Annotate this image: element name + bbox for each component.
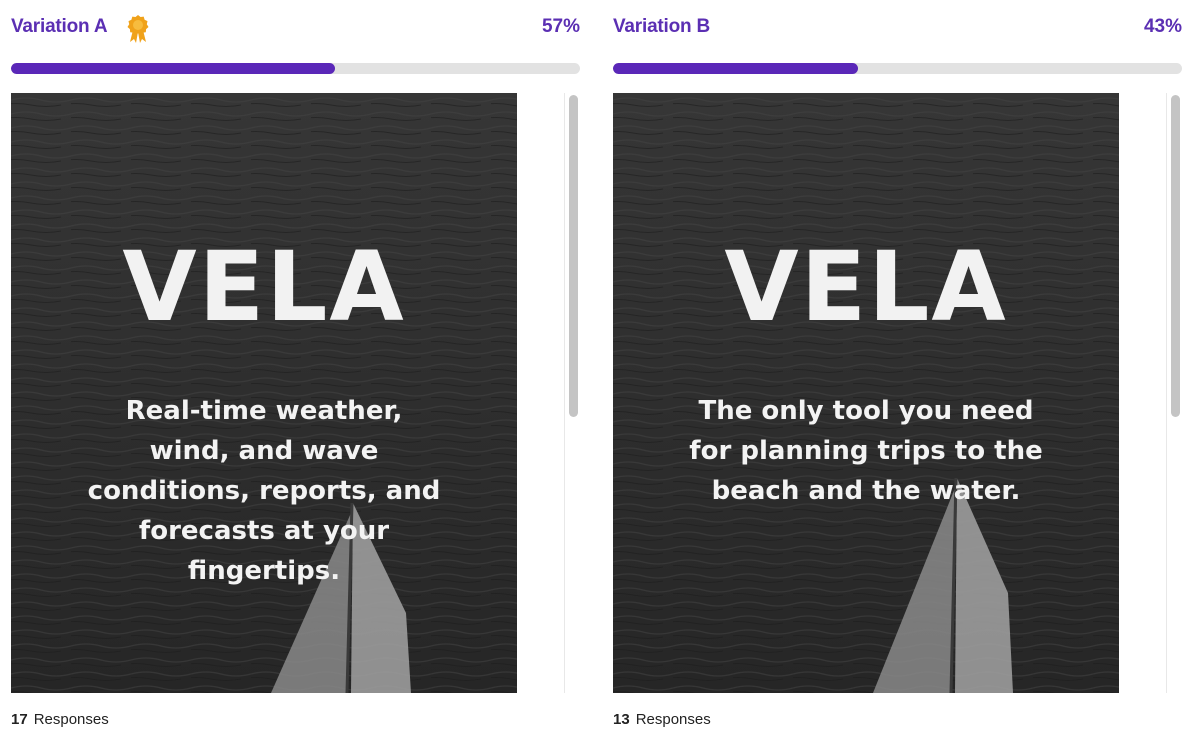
tagline-line: fingertips. [187, 556, 341, 586]
ad-preview-frame: VELA The only tool you need for planning… [613, 93, 1182, 693]
progress-fill [11, 63, 336, 74]
tagline-line: conditions, reports, and [87, 476, 441, 506]
ad-brand-title: VELA [122, 231, 406, 343]
progress-bar [11, 63, 580, 74]
variation-a-panel: Variation A 57% VELA Real-time weather, … [11, 0, 583, 741]
ad-brand-title: VELA [724, 231, 1008, 343]
tagline-line: forecasts at your [138, 516, 390, 546]
responses-count: 17 [11, 711, 28, 728]
ad-preview-frame: VELA Real-time weather, wind, and wave c… [11, 93, 580, 693]
progress-bar [613, 63, 1182, 74]
tagline-line: The only tool you need [698, 396, 1034, 426]
ad-tagline: The only tool you need for planning trip… [666, 391, 1066, 511]
ad-tagline: Real-time weather, wind, and wave condit… [64, 391, 464, 591]
ad-image: VELA The only tool you need for planning… [613, 93, 1119, 693]
tagline-line: wind, and wave [149, 436, 379, 466]
variation-percent: 43% [1143, 16, 1182, 37]
progress-fill [613, 63, 858, 74]
scrollbar-thumb[interactable] [1171, 95, 1180, 417]
ad-image: VELA Real-time weather, wind, and wave c… [11, 93, 517, 693]
award-ribbon-icon [127, 15, 149, 43]
tagline-line: for planning trips to the [689, 436, 1043, 466]
responses-summary: 13 Responses [613, 711, 711, 728]
variation-title: Variation B [613, 16, 711, 37]
variation-b-panel: Variation B 43% VELA The only tool you n… [613, 0, 1185, 741]
tagline-line: Real-time weather, [125, 396, 403, 426]
responses-label: Responses [635, 711, 711, 728]
variation-percent: 57% [541, 16, 580, 37]
responses-count: 13 [613, 711, 630, 728]
scrollbar-thumb[interactable] [569, 95, 578, 417]
variation-b-header: Variation B 43% [613, 14, 1185, 42]
responses-summary: 17 Responses [11, 711, 109, 728]
tagline-line: beach and the water. [711, 476, 1021, 506]
variation-a-header: Variation A 57% [11, 14, 583, 43]
variation-title: Variation A [11, 16, 108, 37]
scrollbar[interactable] [1166, 93, 1182, 693]
scrollbar[interactable] [564, 93, 580, 693]
responses-label: Responses [33, 711, 109, 728]
